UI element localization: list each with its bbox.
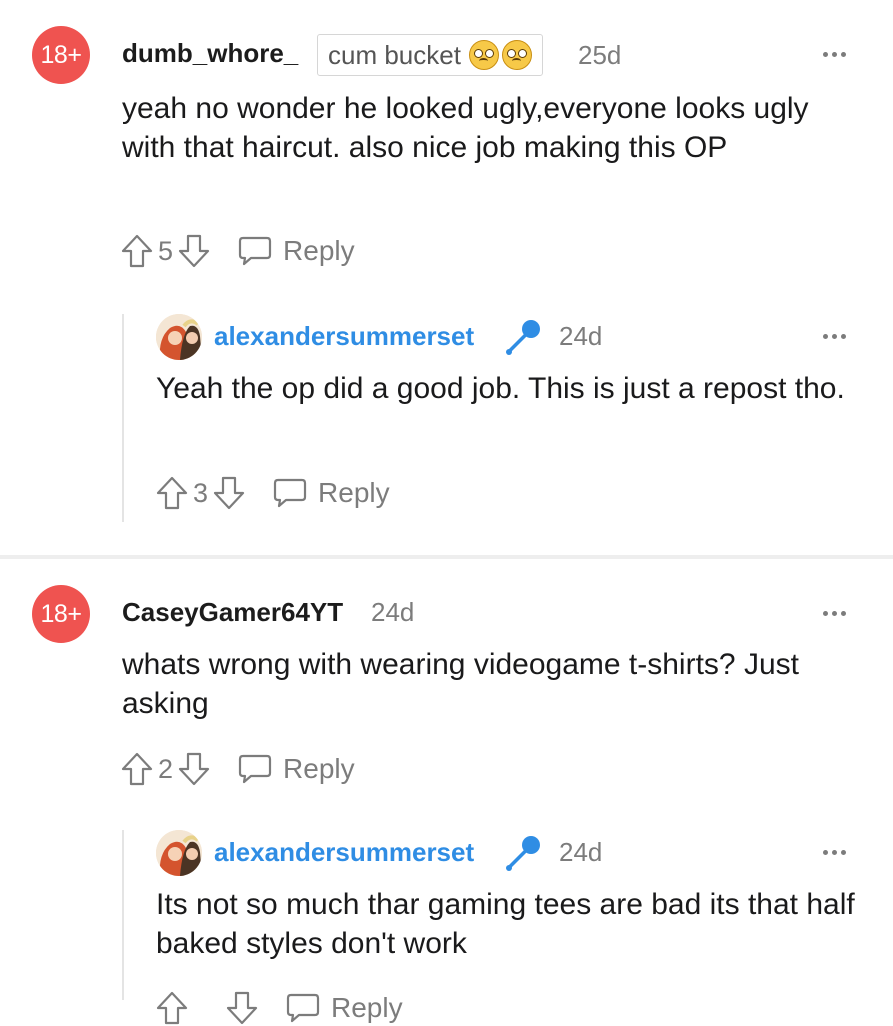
upvote-icon[interactable]	[155, 990, 189, 1026]
comment-age: 25d	[578, 40, 622, 70]
speech-bubble-icon	[237, 752, 273, 786]
flair-text: cum bucket	[328, 39, 461, 70]
reply-label: Reply	[318, 477, 390, 508]
downvote-icon[interactable]	[225, 990, 259, 1026]
upvote-icon[interactable]	[155, 475, 189, 511]
speech-bubble-icon	[237, 234, 273, 268]
reply-label: Reply	[331, 992, 403, 1023]
nsfw-badge-label: 18+	[40, 40, 82, 69]
user-avatar[interactable]	[156, 314, 202, 360]
thread-line[interactable]	[122, 314, 124, 522]
reply-button[interactable]: Reply	[237, 752, 355, 786]
reply-actions: 3 Reply	[155, 475, 390, 511]
reply-actions: Reply	[155, 990, 403, 1026]
comment-actions: 2 Reply	[120, 751, 355, 787]
comment-actions: 5 Reply	[120, 233, 355, 269]
vote-score: 5	[158, 235, 174, 266]
microphone-icon	[502, 832, 544, 874]
comment-username[interactable]: CaseyGamer64YT	[122, 597, 343, 628]
reply-age: 24d	[559, 321, 603, 351]
reply-button[interactable]: Reply	[272, 476, 390, 510]
pleading-face-icon	[468, 40, 499, 70]
more-options-icon[interactable]	[823, 334, 846, 339]
nsfw-avatar-badge[interactable]: 18+	[32, 585, 90, 643]
pleading-face-icon	[501, 40, 532, 70]
reply-age: 24d	[559, 837, 603, 867]
downvote-icon[interactable]	[177, 233, 211, 269]
comment-body: yeah no wonder he looked ugly,everyone l…	[122, 92, 809, 164]
comment-body: whats wrong with wearing videogame t-shi…	[122, 648, 799, 720]
upvote-icon[interactable]	[120, 751, 154, 787]
comment-username[interactable]: dumb_whore_	[122, 38, 298, 69]
thread-line[interactable]	[122, 830, 124, 1000]
more-options-icon[interactable]	[823, 850, 846, 855]
speech-bubble-icon	[272, 476, 308, 510]
reply-username[interactable]: alexandersummerset	[214, 837, 474, 868]
more-options-icon[interactable]	[823, 611, 846, 616]
vote-score: 2	[158, 753, 174, 784]
user-avatar[interactable]	[156, 830, 202, 876]
reply-button[interactable]: Reply	[285, 991, 403, 1025]
nsfw-avatar-badge[interactable]: 18+	[32, 26, 90, 84]
microphone-icon	[502, 316, 544, 358]
nsfw-badge-label: 18+	[40, 599, 82, 628]
speech-bubble-icon	[285, 991, 321, 1025]
reply-body: Yeah the op did a good job. This is just…	[156, 372, 845, 405]
reply-label: Reply	[283, 753, 355, 784]
comment-age: 24d	[371, 597, 415, 627]
reply-username[interactable]: alexandersummerset	[214, 321, 474, 352]
comment-divider	[0, 555, 893, 559]
more-options-icon[interactable]	[823, 52, 846, 57]
reply-body: Its not so much thar gaming tees are bad…	[156, 888, 855, 960]
downvote-icon[interactable]	[177, 751, 211, 787]
user-flair: cum bucket	[317, 34, 543, 76]
vote-score: 3	[193, 477, 209, 508]
downvote-icon[interactable]	[212, 475, 246, 511]
reply-button[interactable]: Reply	[237, 234, 355, 268]
reply-label: Reply	[283, 235, 355, 266]
upvote-icon[interactable]	[120, 233, 154, 269]
